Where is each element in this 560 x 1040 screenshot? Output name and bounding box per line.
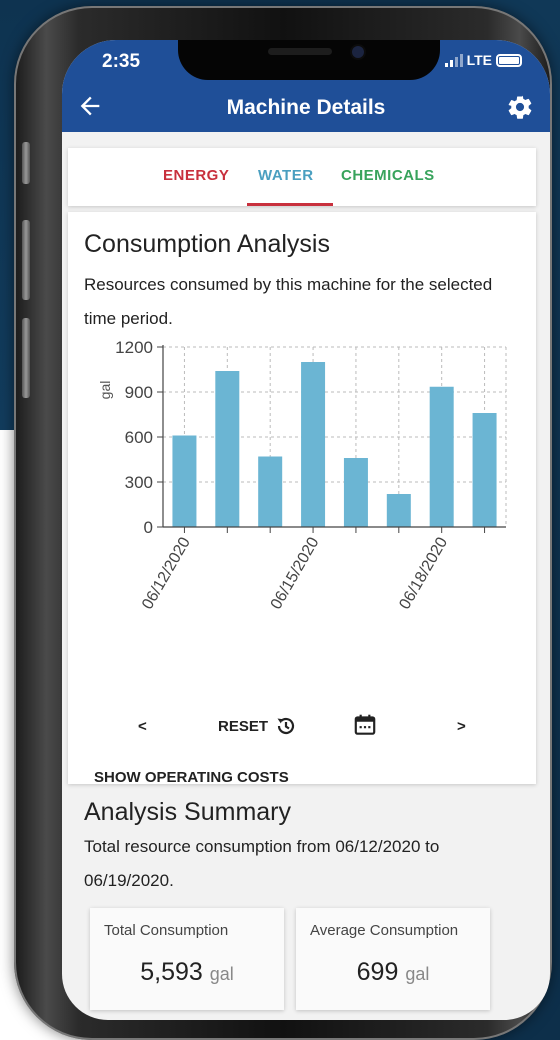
chart-bar <box>258 456 283 527</box>
stat-unit: gal <box>405 964 430 984</box>
consumption-bar-chart: 0 300 600 900 1200 gal 06/12/2020 06/15/2020 06/… <box>97 338 507 612</box>
history-icon <box>277 717 295 735</box>
notch <box>178 40 440 80</box>
app-bar: Machine Details <box>62 84 550 132</box>
status-bar: 2:35 LTE <box>62 40 550 84</box>
gear-icon[interactable] <box>506 93 534 121</box>
signal-icon <box>444 53 463 67</box>
analysis-description: Resources consumed by this machine for t… <box>84 275 493 328</box>
stat-number: 5,593 <box>140 958 203 986</box>
stat-label: Average Consumption <box>310 922 459 939</box>
prev-period-button[interactable]: < <box>138 718 147 735</box>
page-title: Machine Details <box>226 96 386 119</box>
stat-value: 5,593 gal <box>90 958 284 987</box>
stat-number: 699 <box>356 958 399 986</box>
total-consumption-card: Total Consumption 5,593 gal <box>90 908 284 1010</box>
x-tick-label: 06/12/2020 <box>139 534 194 612</box>
y-tick-label: 900 <box>125 383 153 402</box>
speaker-grille <box>268 48 332 55</box>
chart-bar <box>472 413 497 527</box>
status-time: 2:35 <box>102 51 141 72</box>
stat-unit: gal <box>209 964 234 984</box>
network-label: LTE <box>466 52 492 68</box>
chart-controls: < RESET > <box>68 712 536 742</box>
chart-bar <box>343 458 368 527</box>
average-consumption-card: Average Consumption 699 gal <box>296 908 490 1010</box>
chart-bar <box>301 362 326 527</box>
summary-description: Total resource consumption from 06/12/20… <box>84 837 440 890</box>
chart-bar <box>172 435 197 527</box>
status-indicators: LTE <box>444 52 522 68</box>
tab-energy[interactable]: ENERGY <box>163 167 229 184</box>
front-camera <box>352 46 364 58</box>
reset-label: RESET <box>218 717 269 735</box>
phone-volume-down <box>22 318 30 398</box>
tab-indicator <box>247 203 333 206</box>
tab-chemicals[interactable]: CHEMICALS <box>341 167 435 184</box>
next-period-button[interactable]: > <box>457 718 466 735</box>
y-axis-label: gal <box>97 381 113 400</box>
chart-bar <box>429 386 454 527</box>
calendar-icon[interactable] <box>352 712 378 738</box>
tab-water[interactable]: WATER <box>258 167 314 184</box>
phone-mute-switch <box>22 142 30 184</box>
chart-bar <box>386 494 411 527</box>
resource-tabs: ENERGY WATER CHEMICALS <box>68 148 536 206</box>
chart-bar <box>215 371 240 527</box>
consumption-analysis-card: Consumption Analysis Resources consumed … <box>68 212 536 786</box>
analysis-title: Consumption Analysis <box>84 230 330 258</box>
x-tick-label: 06/15/2020 <box>268 534 323 612</box>
phone-screen: 2:35 LTE Machine Details ENERGY WATER CH… <box>62 40 550 1020</box>
y-tick-label: 600 <box>125 428 153 447</box>
y-tick-label: 1200 <box>115 338 153 357</box>
battery-icon <box>496 53 522 67</box>
summary-title: Analysis Summary <box>84 798 291 826</box>
phone-volume-up <box>22 220 30 300</box>
show-operating-costs-button[interactable]: SHOW OPERATING COSTS <box>94 769 289 786</box>
stat-label: Total Consumption <box>104 922 229 939</box>
stat-value: 699 gal <box>296 958 490 987</box>
y-tick-label: 300 <box>125 473 153 492</box>
phone-frame: 2:35 LTE Machine Details ENERGY WATER CH… <box>14 6 552 1040</box>
x-tick-label: 06/18/2020 <box>396 534 451 612</box>
reset-button[interactable]: RESET <box>218 714 298 738</box>
y-tick-label: 0 <box>144 518 153 537</box>
